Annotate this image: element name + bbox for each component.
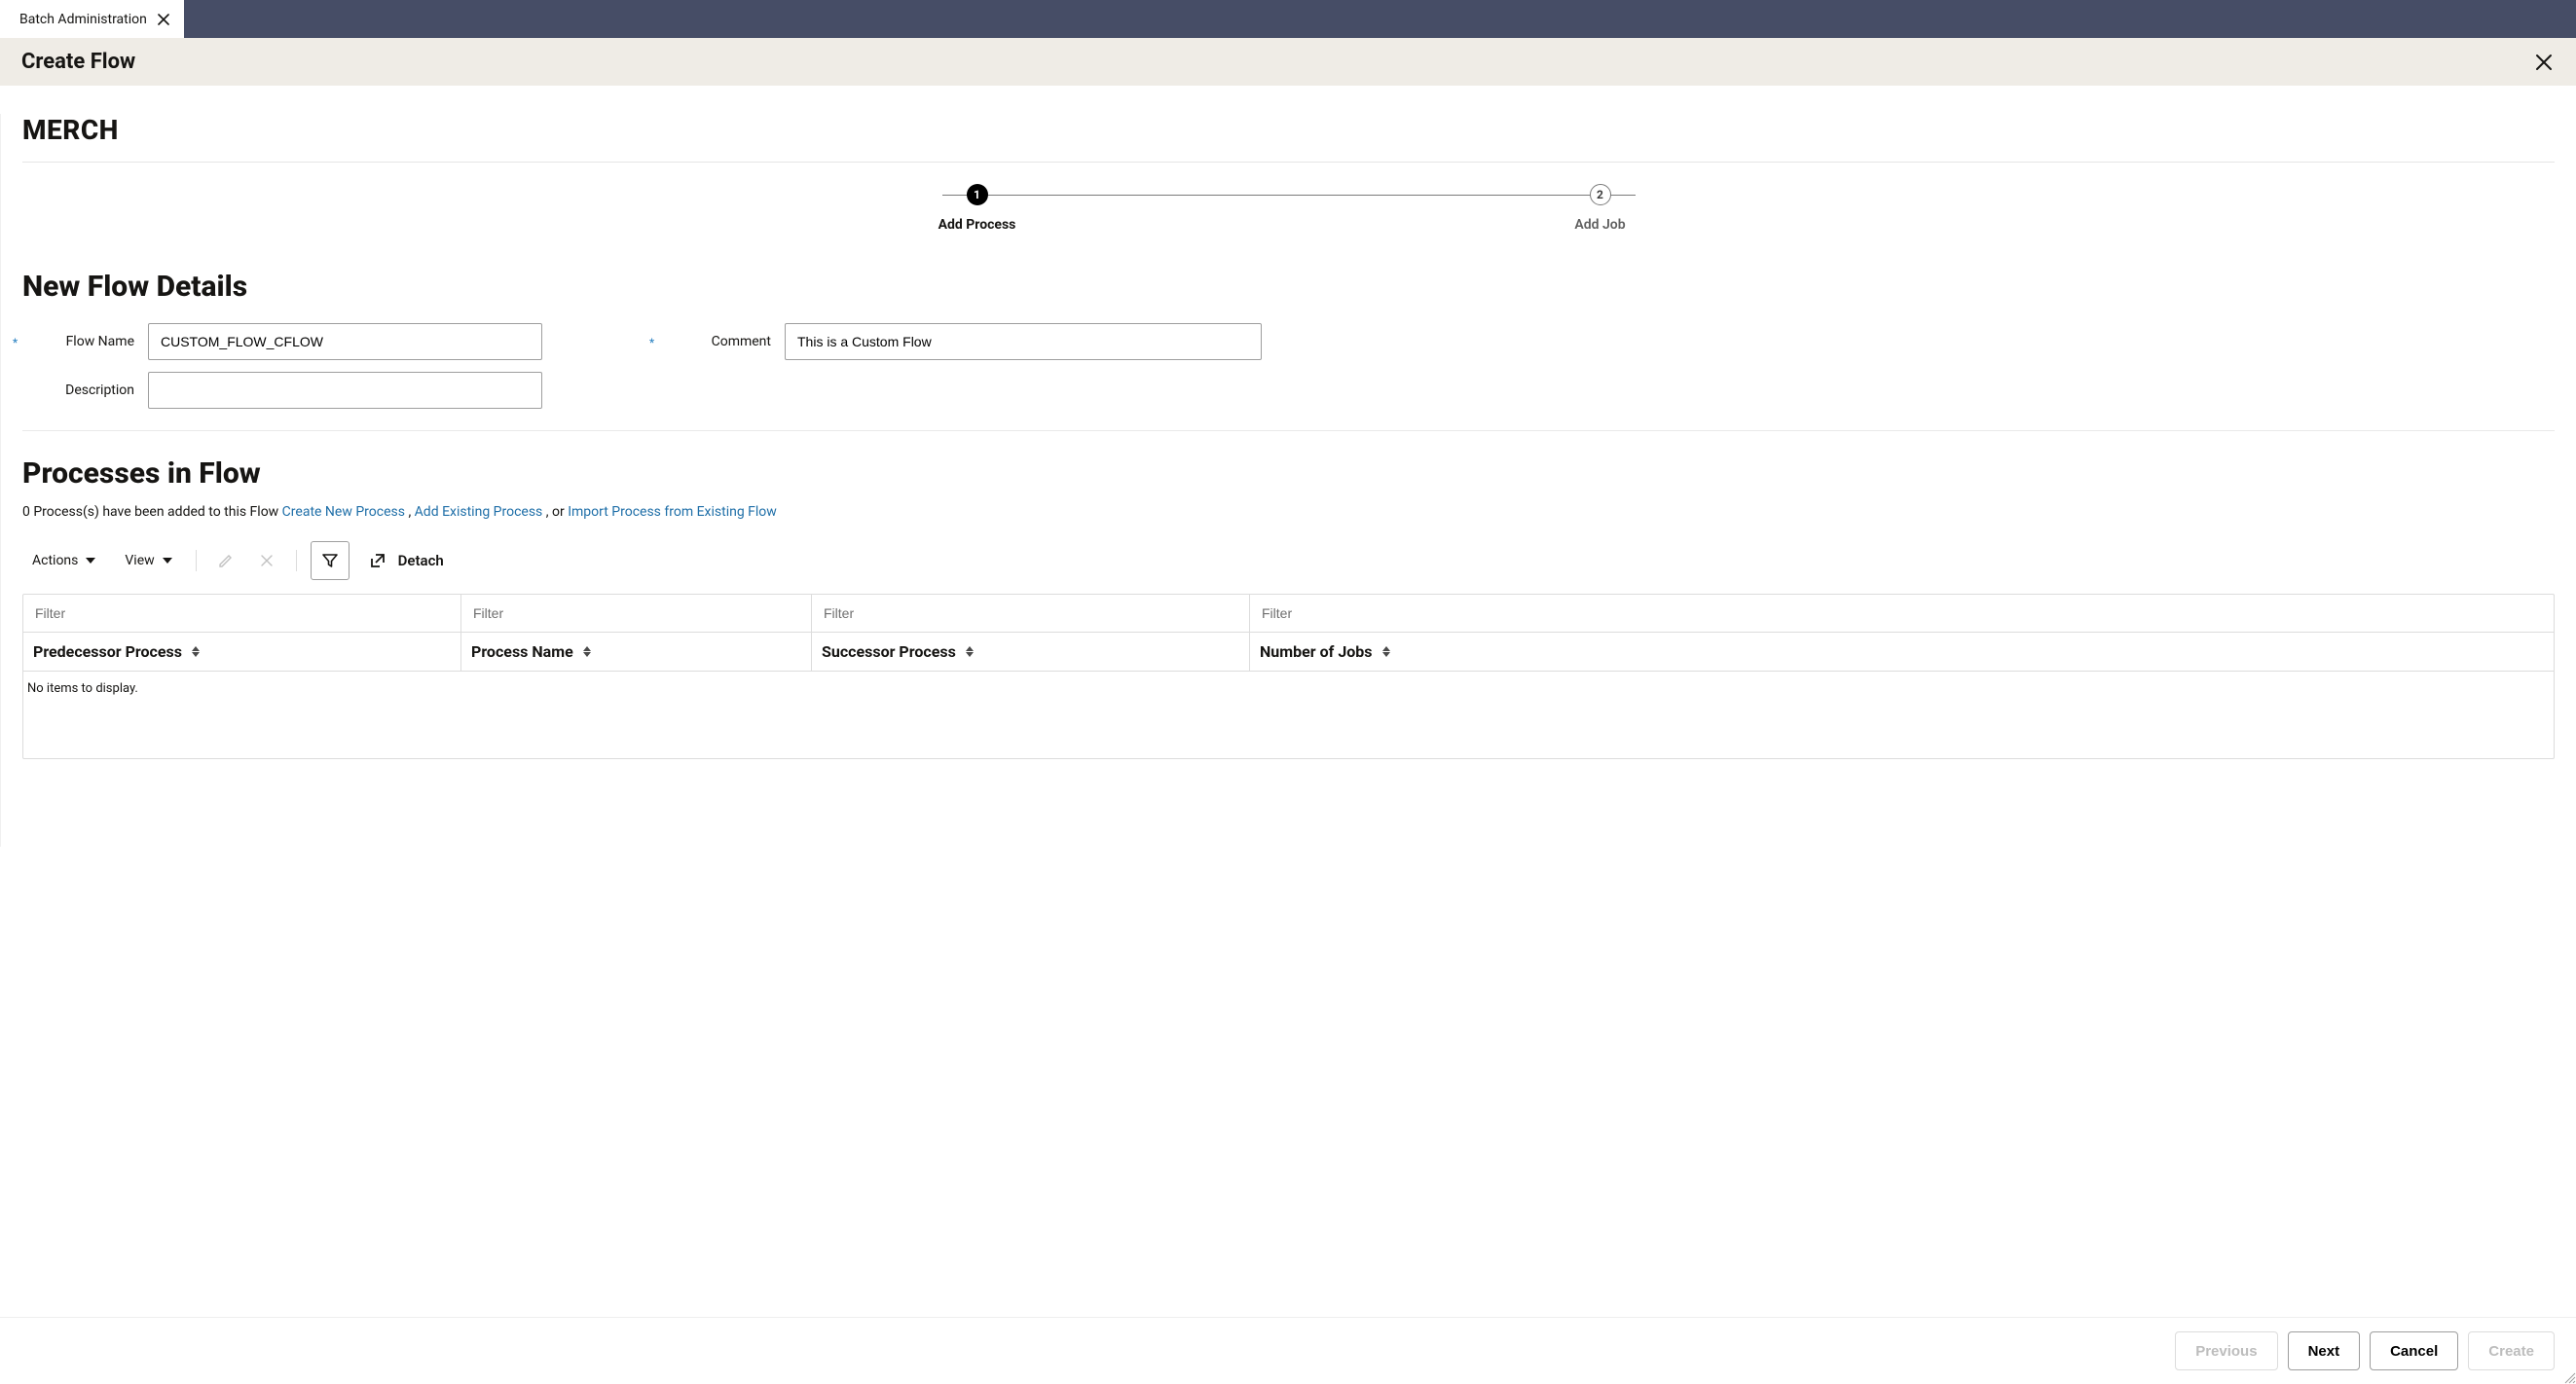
link-create-process[interactable]: Create New Process [282,504,405,520]
flow-name-label: Flow Name [22,334,134,349]
field-comment: Comment [659,323,1262,360]
col-number-of-jobs[interactable]: Number of Jobs [1250,633,2554,671]
resize-grip-icon[interactable] [2562,1370,2576,1384]
section-title-flow-details: New Flow Details [22,270,2555,304]
actions-menu[interactable]: Actions [22,547,105,574]
sort-icon[interactable] [966,646,974,657]
intro-text: 0 Process(s) have been added to this Flo… [22,504,282,520]
step-label: Add Process [938,217,1016,233]
sort-icon[interactable] [1382,646,1390,657]
page-title: Create Flow [21,50,135,74]
page-header: Create Flow [0,38,2576,87]
step-number: 2 [1590,184,1611,205]
detach-label: Detach [398,552,444,569]
col-successor[interactable]: Successor Process [812,633,1250,671]
close-icon[interactable] [157,13,170,26]
divider [22,430,2555,431]
processes-intro: 0 Process(s) have been added to this Flo… [22,504,2555,520]
filter-row [23,595,2554,632]
top-bar: Batch Administration [0,0,2576,38]
detach-icon [365,548,390,573]
filter-successor-input[interactable] [816,599,1245,628]
actions-label: Actions [32,553,78,568]
pencil-icon [210,545,241,576]
table-toolbar: Actions View Detach [22,541,2555,580]
header-row: Predecessor Process Process Name Success… [23,632,2554,671]
step-add-process[interactable]: 1 Add Process [919,184,1036,233]
previous-button: Previous [2175,1331,2277,1370]
col-label: Process Name [471,642,573,661]
col-label: Successor Process [822,642,956,661]
chevron-down-icon [163,558,172,564]
view-menu[interactable]: View [115,547,181,574]
breadcrumb: MERCH [22,114,2555,146]
field-description: Description [22,372,542,409]
create-button: Create [2468,1331,2555,1370]
divider [296,550,297,571]
col-label: Number of Jobs [1260,642,1373,661]
next-button[interactable]: Next [2288,1331,2361,1370]
view-label: View [125,553,154,568]
processes-table: Predecessor Process Process Name Success… [22,594,2555,759]
app-tab[interactable]: Batch Administration [0,0,184,38]
divider [196,550,197,571]
col-predecessor[interactable]: Predecessor Process [23,633,461,671]
section-title-processes: Processes in Flow [22,456,2555,491]
description-label: Description [22,382,134,398]
sort-icon[interactable] [192,646,200,657]
empty-state: No items to display. [23,671,2554,758]
cancel-button[interactable]: Cancel [2370,1331,2458,1370]
detach-button[interactable]: Detach [359,544,450,577]
comment-input[interactable] [785,323,1262,360]
footer: Previous Next Cancel Create [0,1317,2576,1384]
description-input[interactable] [148,372,542,409]
stepper: 1 Add Process 2 Add Job [22,163,2555,242]
filter-icon[interactable] [311,541,350,580]
col-label: Predecessor Process [33,642,182,661]
field-flow-name: Flow Name [22,323,542,360]
app-tab-label: Batch Administration [19,12,147,27]
step-add-job[interactable]: 2 Add Job [1542,184,1659,233]
filter-predecessor-input[interactable] [27,599,457,628]
comment-label: Comment [659,334,771,349]
step-number: 1 [967,184,988,205]
flow-name-input[interactable] [148,323,542,360]
close-icon [251,545,282,576]
close-icon[interactable] [2533,52,2555,73]
chevron-down-icon [86,558,95,564]
sep: , or [546,504,568,520]
link-add-existing-process[interactable]: Add Existing Process [415,504,543,520]
step-label: Add Job [1574,217,1625,233]
sort-icon[interactable] [583,646,591,657]
col-process-name[interactable]: Process Name [461,633,812,671]
filter-name-input[interactable] [465,599,807,628]
filter-njobs-input[interactable] [1254,599,2550,628]
link-import-process[interactable]: Import Process from Existing Flow [568,504,777,520]
